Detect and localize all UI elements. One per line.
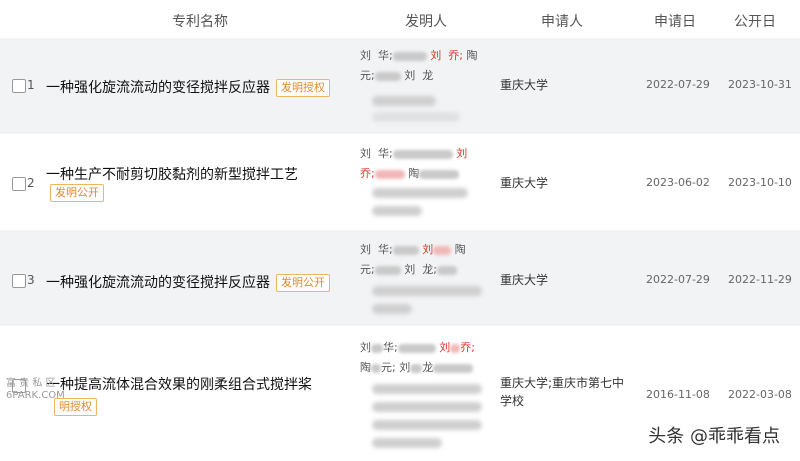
apply-date: 2023-06-02 bbox=[646, 176, 710, 189]
status-badge: 发明公开 bbox=[276, 274, 330, 292]
table-header: 专利名称 发明人 申请人 申请日 公开日 bbox=[0, 0, 800, 38]
applicant: 重庆大学;重庆市第七中学校 bbox=[500, 376, 625, 408]
header-publish-date: 公开日 bbox=[734, 14, 776, 30]
row-index: 1 bbox=[27, 78, 35, 92]
header-inventor: 发明人 bbox=[405, 14, 447, 30]
publish-date: 2023-10-10 bbox=[728, 176, 792, 189]
redacted-text bbox=[372, 206, 422, 216]
applicant: 重庆大学 bbox=[500, 176, 549, 190]
redacted-text bbox=[372, 188, 468, 198]
inventor-list: 刘华; 刘乔; 陶元; 刘龙 bbox=[360, 341, 475, 374]
patent-title[interactable]: 一种强化旋流流动的变径搅拌反应器 发明公开 bbox=[46, 272, 330, 292]
redacted-text bbox=[372, 384, 482, 394]
patent-title[interactable]: 一种强化旋流流动的变径搅拌反应器 发明授权 bbox=[46, 77, 330, 97]
apply-date: 2016-11-08 bbox=[646, 388, 710, 401]
status-badge: 发明授权 bbox=[276, 79, 330, 97]
publish-date: 2023-10-31 bbox=[728, 78, 792, 91]
patent-title[interactable]: 一种提高流体混合效果的刚柔组合式搅拌桨 bbox=[46, 374, 312, 394]
row-checkbox[interactable] bbox=[12, 177, 26, 191]
status-badge: 发明公开 bbox=[50, 184, 104, 202]
author-watermark: 头条 @乖乖看点 bbox=[648, 426, 780, 447]
table-row[interactable]: 3 一种强化旋流流动的变径搅拌反应器 发明公开 刘 华; 刘 陶 元; 刘 龙; … bbox=[0, 230, 800, 326]
redacted-text bbox=[372, 304, 412, 314]
inventor-list: 刘 华; 刘 乔; 陶 bbox=[360, 147, 468, 180]
site-watermark: 富 贵 私 区 6PARK.COM bbox=[6, 378, 65, 401]
publish-date: 2022-03-08 bbox=[728, 388, 792, 401]
row-index: 2 bbox=[27, 176, 35, 190]
patent-title-text[interactable]: 一种强化旋流流动的变径搅拌反应器 bbox=[46, 80, 270, 96]
apply-date: 2022-07-29 bbox=[646, 78, 710, 91]
table-row[interactable]: 1 一种强化旋流流动的变径搅拌反应器 发明授权 刘 华; 刘 乔; 陶 元; 刘 … bbox=[0, 38, 800, 134]
inventor-list: 刘 华; 刘 乔; 陶 元; 刘 龙 bbox=[360, 49, 478, 82]
patent-title[interactable]: 一种生产不耐剪切胶黏剂的新型搅拌工艺 bbox=[46, 164, 298, 184]
row-checkbox[interactable] bbox=[12, 79, 26, 93]
redacted-text bbox=[372, 286, 482, 296]
inventor-list: 刘 华; 刘 陶 元; 刘 龙; bbox=[360, 243, 466, 276]
row-index: 3 bbox=[27, 273, 35, 287]
redacted-text bbox=[372, 112, 460, 122]
header-apply-date: 申请日 bbox=[654, 14, 696, 30]
publish-date: 2022-11-29 bbox=[728, 273, 792, 286]
redacted-text bbox=[372, 420, 482, 430]
apply-date: 2022-07-29 bbox=[646, 273, 710, 286]
applicant: 重庆大学 bbox=[500, 273, 549, 287]
applicant: 重庆大学 bbox=[500, 78, 549, 92]
redacted-text bbox=[372, 402, 482, 412]
table-row[interactable]: 2 一种生产不耐剪切胶黏剂的新型搅拌工艺 发明公开 刘 华; 刘 乔; 陶 重庆… bbox=[0, 134, 800, 230]
row-checkbox[interactable] bbox=[12, 274, 26, 288]
redacted-text bbox=[372, 96, 436, 106]
header-patent-name: 专利名称 bbox=[172, 14, 228, 30]
redacted-text bbox=[372, 438, 442, 448]
patent-title-text[interactable]: 一种强化旋流流动的变径搅拌反应器 bbox=[46, 275, 270, 291]
header-applicant: 申请人 bbox=[541, 14, 583, 30]
